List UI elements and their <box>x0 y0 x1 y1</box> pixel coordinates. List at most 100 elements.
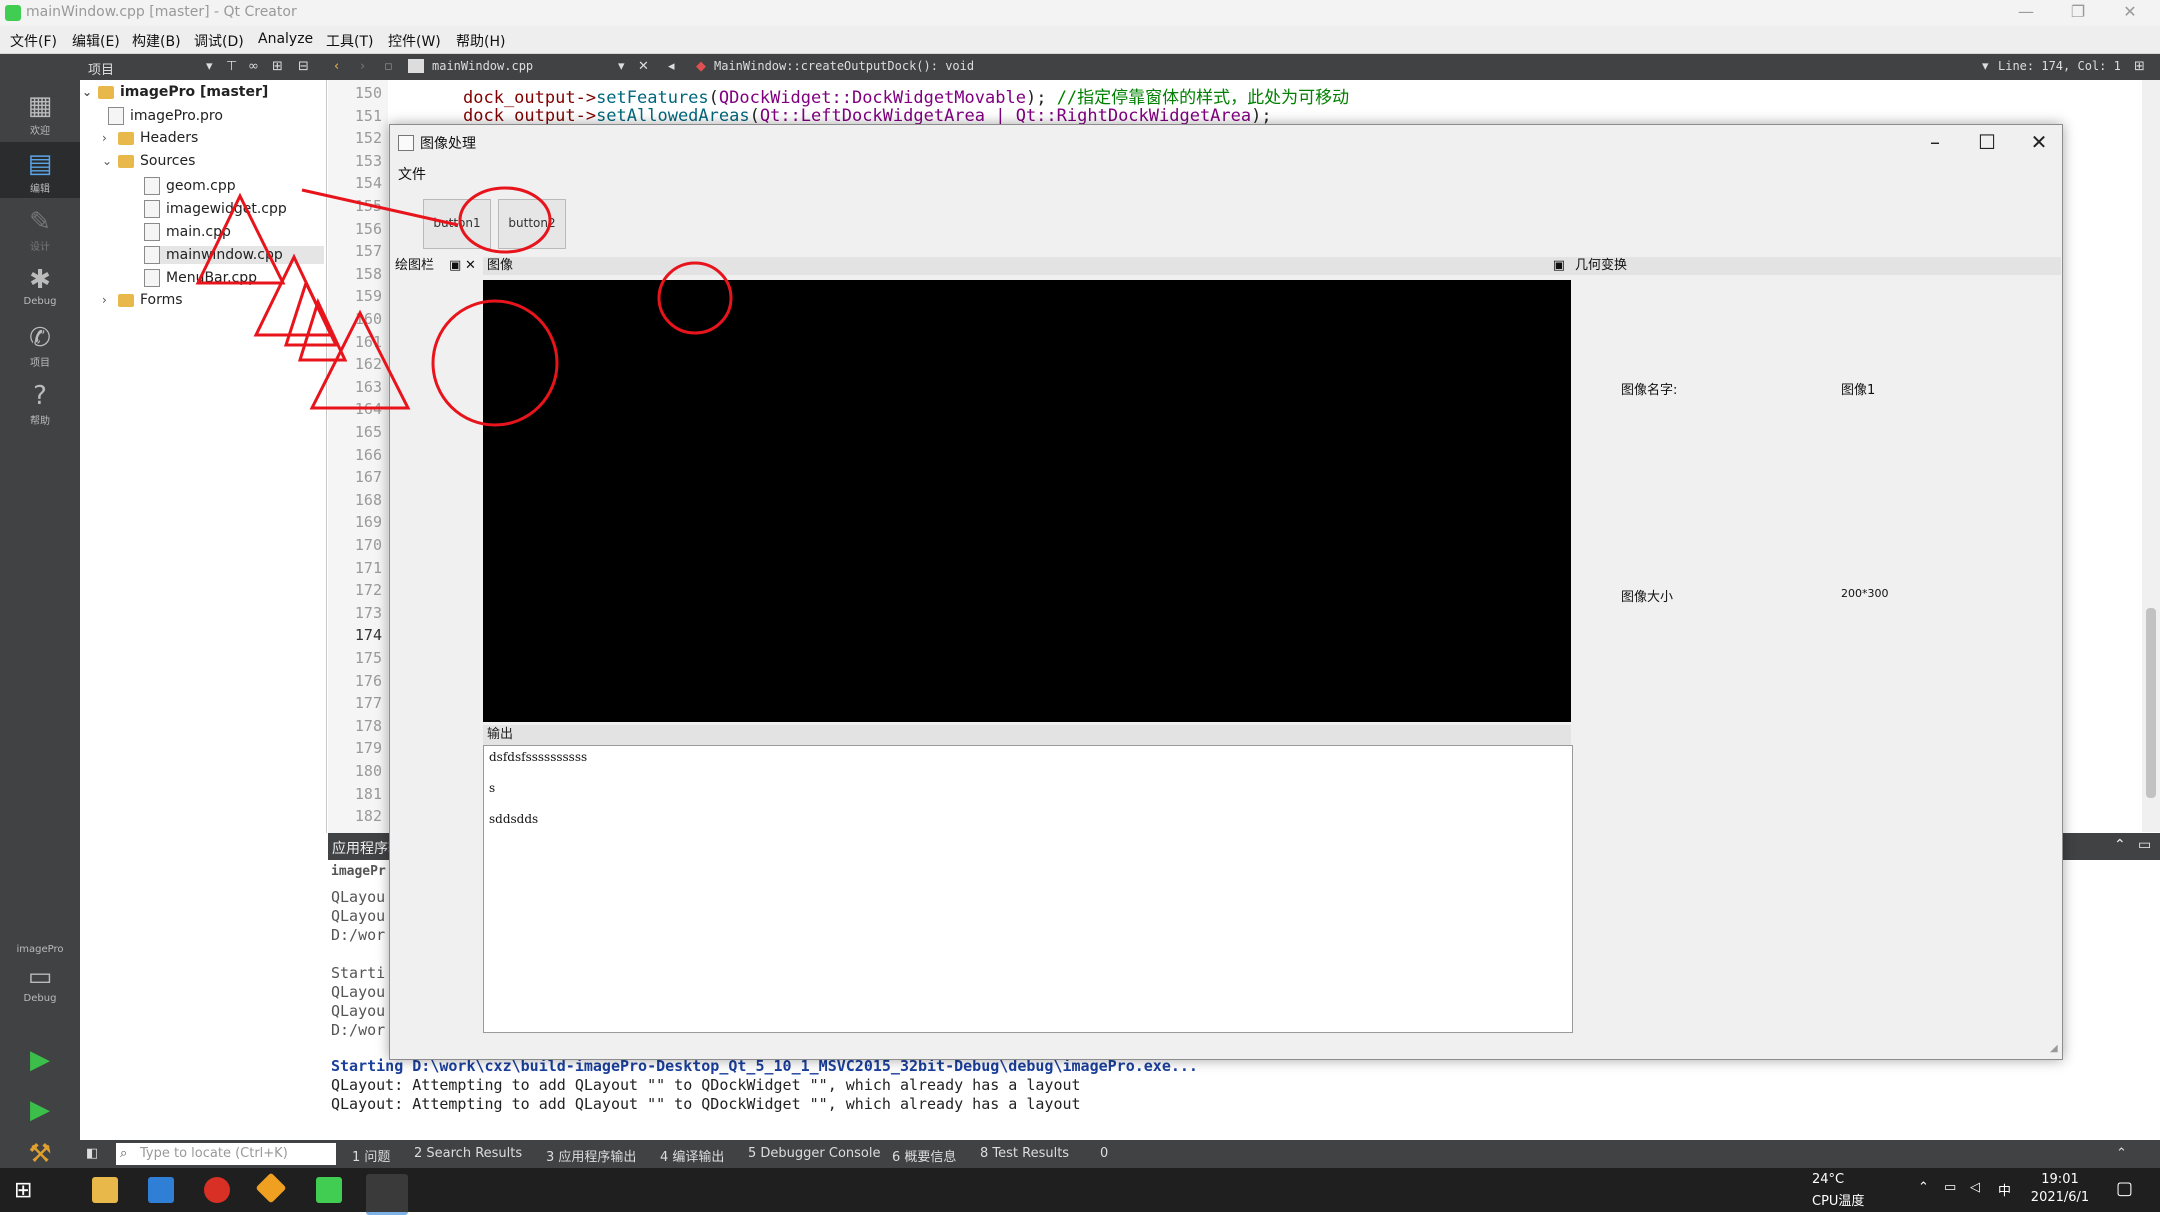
button1[interactable]: button1 <box>423 199 491 249</box>
tab-search-results[interactable]: 2 Search Results <box>414 1146 522 1161</box>
chevron-down-icon[interactable]: ▾ <box>1982 59 1989 74</box>
maximize-button[interactable]: ❐ <box>2055 0 2101 26</box>
close-document-icon[interactable]: ✕ <box>638 59 649 74</box>
tree-item[interactable]: imagewidget.cpp <box>144 200 287 218</box>
symbol-marker-icon: ◂ <box>668 59 675 74</box>
tab-compile-output[interactable]: 4 编译输出 <box>660 1146 724 1165</box>
float-icon[interactable]: ▣ <box>1553 257 1565 275</box>
button2[interactable]: button2 <box>498 199 566 249</box>
cursor-position[interactable]: Line: 174, Col: 1 <box>1998 59 2121 73</box>
tray-chevron-icon[interactable]: ⌃ <box>1918 1180 1929 1195</box>
editor-toolbar: 项目 ▾ ⊤ ∞ ⊞ ⊟ ‹ › ▫ mainWindow.cpp ▾ ✕ ◂ … <box>0 54 2160 80</box>
mode-label: 帮助 <box>30 416 50 427</box>
symbol-selector[interactable]: MainWindow::createOutputDock(): void <box>714 59 974 73</box>
tree-item[interactable]: main.cpp <box>144 223 231 241</box>
kit-selector[interactable]: imagePro ▭ Debug <box>0 940 80 1040</box>
tree-item[interactable]: ⌄ Sources <box>102 153 195 169</box>
code-punct: ); <box>1025 88 1047 108</box>
file-explorer-icon[interactable] <box>92 1177 118 1203</box>
line-number: 175 <box>354 649 382 667</box>
grid-icon: ▦ <box>27 91 53 121</box>
image-canvas[interactable] <box>483 280 1571 722</box>
network-icon[interactable]: ▭ <box>1944 1180 1956 1195</box>
tab-debugger-console[interactable]: 5 Debugger Console <box>748 1146 881 1161</box>
output-line: QLayou <box>331 888 386 906</box>
tab-issues[interactable]: 1 问题 <box>352 1146 390 1165</box>
windows-start-icon[interactable]: ⊞ <box>14 1178 32 1203</box>
float-icon[interactable]: ▣ <box>449 257 461 275</box>
volume-icon[interactable]: ◁ <box>1970 1180 1980 1195</box>
close-dock-icon[interactable]: ✕ <box>465 257 476 275</box>
app-maximize-button[interactable]: ☐ <box>1961 125 2013 159</box>
menu-build[interactable]: 构建(B) <box>132 31 181 51</box>
forward-icon[interactable]: › <box>360 59 365 74</box>
tab-general-messages[interactable]: 6 概要信息 <box>892 1146 956 1165</box>
editor-scrollbar[interactable] <box>2142 80 2160 832</box>
open-file-name[interactable]: mainWindow.cpp <box>432 59 533 73</box>
minimize-button[interactable]: — <box>2003 0 2049 26</box>
mode-design[interactable]: ✎ 设计 <box>0 200 80 256</box>
chevron-down-icon[interactable]: ▾ <box>206 59 213 74</box>
clock-date[interactable]: 2021/6/1 <box>2020 1190 2100 1205</box>
filter-icon[interactable]: ⊤ <box>226 59 237 74</box>
tree-item[interactable]: › Headers <box>102 130 198 146</box>
menu-help[interactable]: 帮助(H) <box>456 31 505 51</box>
tab-test-results[interactable]: 8 Test Results <box>980 1146 1069 1161</box>
qt-creator-taskbar-icon[interactable] <box>316 1177 342 1203</box>
chevron-up-icon[interactable]: ⌃ <box>2116 1146 2127 1161</box>
clock-time[interactable]: 19:01 <box>2030 1172 2090 1187</box>
mode-edit[interactable]: ▤ 编辑 <box>0 142 80 198</box>
tab-more[interactable]: 0 <box>1100 1146 1108 1161</box>
mail-icon[interactable] <box>148 1177 174 1203</box>
back-icon[interactable]: ‹ <box>334 59 339 74</box>
chevron-down-icon[interactable]: ▾ <box>618 59 625 74</box>
tree-item[interactable]: imagePro.pro <box>108 107 223 125</box>
cpp-file-icon <box>144 200 160 218</box>
split-view-icon[interactable]: ⊞ <box>2134 59 2145 74</box>
chevron-up-icon[interactable]: ⌃ <box>2114 837 2126 853</box>
menu-analyze[interactable]: Analyze <box>258 31 313 47</box>
chevron-down-icon: ⌄ <box>102 154 113 168</box>
menu-edit[interactable]: 编辑(E) <box>72 31 120 51</box>
maximize-pane-icon[interactable]: ▭ <box>2138 837 2151 853</box>
output-text-line: sddsdds <box>489 812 539 826</box>
tree-item[interactable]: mainwindow.cpp <box>144 246 324 264</box>
app-close-button[interactable]: ✕ <box>2013 125 2065 159</box>
scrollbar-thumb[interactable] <box>2146 608 2156 798</box>
tree-item[interactable]: › Forms <box>102 292 183 308</box>
collapse-icon[interactable]: ⊟ <box>298 59 309 74</box>
mode-projects[interactable]: ✆ 项目 <box>0 316 80 372</box>
sidebar-toggle-icon[interactable]: ◧ <box>86 1146 98 1161</box>
app-taskbar-icon[interactable] <box>366 1174 408 1215</box>
line-number: 157 <box>354 242 382 261</box>
run-button[interactable]: ▶ <box>0 1038 80 1094</box>
split-icon[interactable]: ⊞ <box>272 59 283 74</box>
app-minimize-button[interactable]: – <box>1909 125 1961 159</box>
tab-application-output[interactable]: 3 应用程序输出 <box>546 1146 636 1165</box>
ime-indicator[interactable]: 中 <box>1998 1180 2011 1199</box>
tree-item[interactable]: geom.cpp <box>144 177 236 195</box>
menu-file[interactable]: 文件(F) <box>10 31 57 51</box>
output-tab[interactable]: imagePr <box>331 864 386 879</box>
notification-icon[interactable]: ▢ <box>2116 1178 2133 1199</box>
mode-debug[interactable]: ✱ Debug <box>0 258 80 314</box>
output-text-area[interactable]: dsfdsfssssssssss s sddsdds <box>483 745 1573 1033</box>
resize-grip-icon[interactable]: ◢ <box>2050 1043 2058 1054</box>
line-number: 170 <box>354 536 382 554</box>
chrome-icon[interactable] <box>204 1177 230 1203</box>
tree-item[interactable]: MenuBar.cpp <box>144 269 257 287</box>
menu-debug[interactable]: 调试(D) <box>194 31 244 51</box>
menu-widgets[interactable]: 控件(W) <box>388 31 441 51</box>
link-icon[interactable]: ∞ <box>248 59 259 74</box>
mode-help[interactable]: ? 帮助 <box>0 374 80 430</box>
locator-placeholder: Type to locate (Ctrl+K) <box>140 1146 288 1161</box>
locator-input[interactable]: ⌕ Type to locate (Ctrl+K) <box>116 1143 336 1165</box>
close-button[interactable]: ✕ <box>2107 0 2153 26</box>
tree-root[interactable]: ⌄ imagePro [master] <box>82 84 268 100</box>
mode-welcome[interactable]: ▦ 欢迎 <box>0 84 80 140</box>
app-menu-file[interactable]: 文件 <box>398 164 426 184</box>
tree-item-label: mainwindow.cpp <box>166 247 283 263</box>
git-icon[interactable] <box>255 1172 287 1204</box>
panel-selector[interactable]: 项目 <box>88 59 114 78</box>
menu-tools[interactable]: 工具(T) <box>326 31 373 51</box>
